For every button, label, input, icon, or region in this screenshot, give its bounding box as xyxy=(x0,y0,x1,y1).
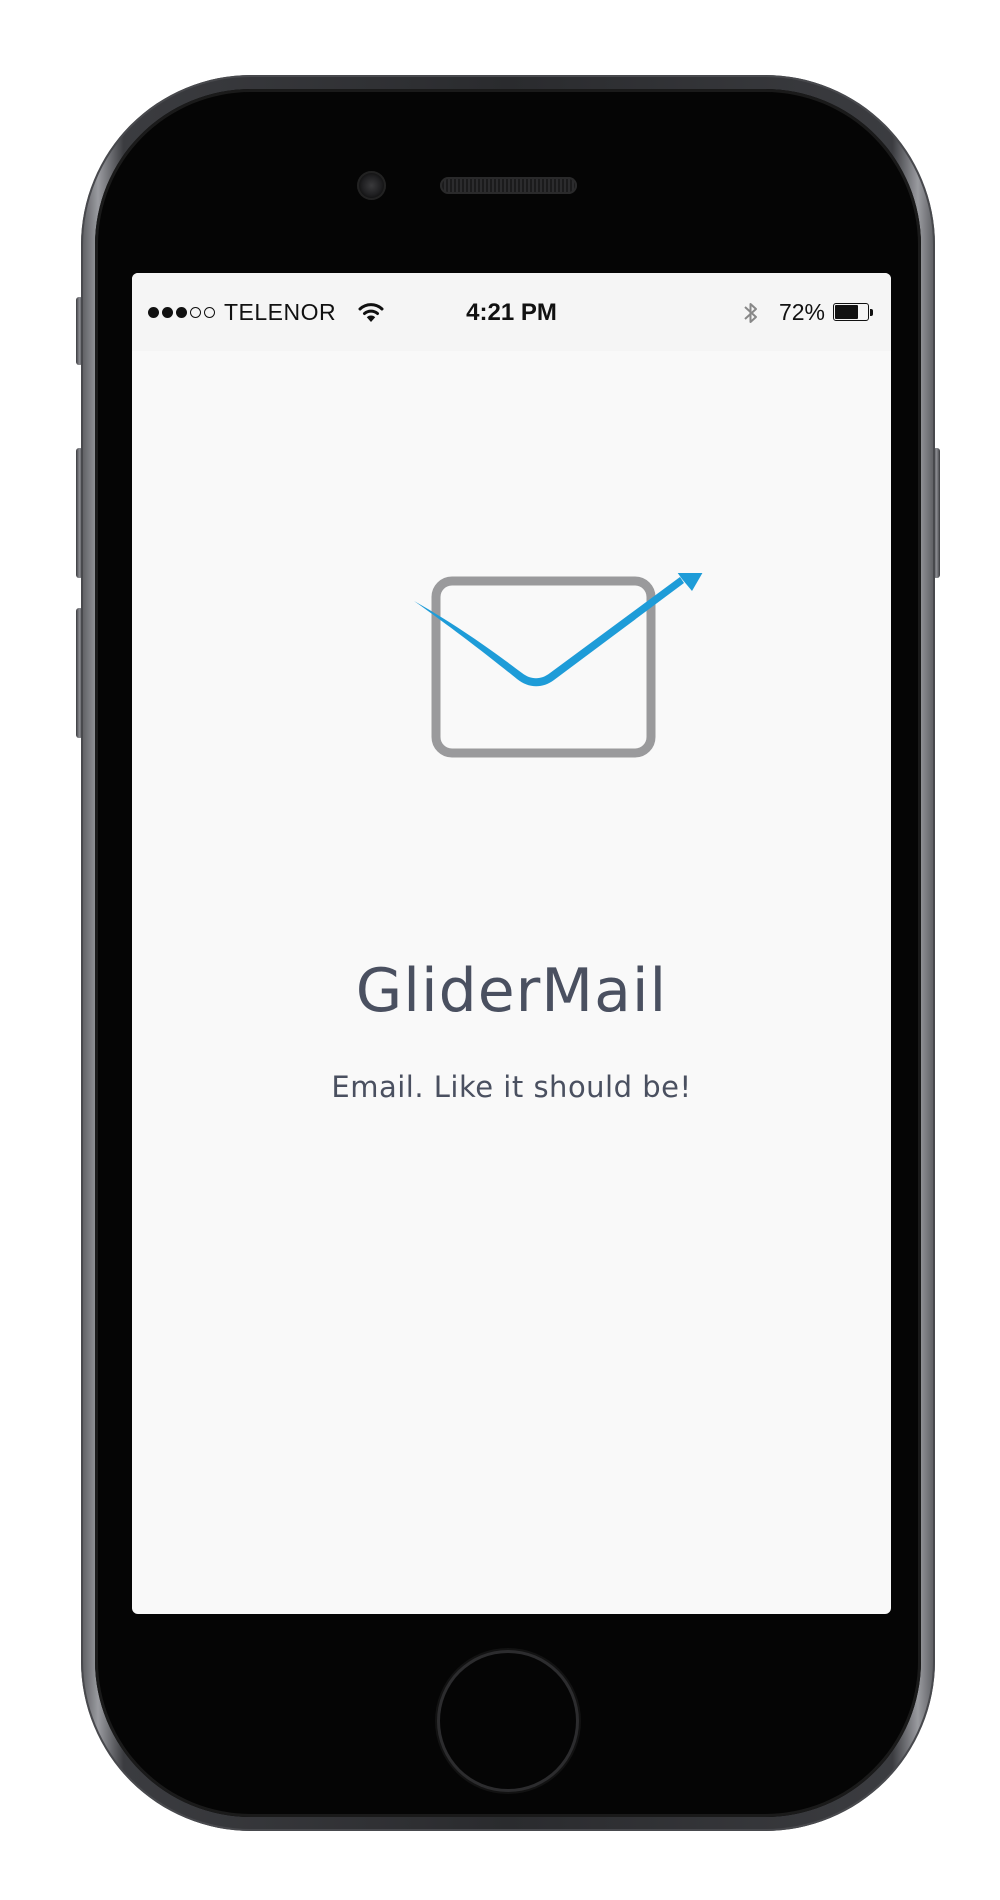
app-tagline: Email. Like it should be! xyxy=(331,1070,692,1104)
screen: TELENOR 4:21 PM 72% GliderMail Email. Li… xyxy=(132,273,891,1614)
bluetooth-icon xyxy=(743,300,759,326)
page: TELENOR 4:21 PM 72% GliderMail Email. Li… xyxy=(0,0,1000,1900)
home-button[interactable] xyxy=(440,1653,576,1789)
battery-level-fill xyxy=(835,304,858,319)
battery-tip xyxy=(870,308,873,316)
status-right: 72% xyxy=(743,299,875,326)
app-title: GliderMail xyxy=(355,956,668,1026)
earpiece-speaker xyxy=(440,177,577,194)
glider-swoosh xyxy=(414,577,684,687)
envelope-with-glider-arrow-icon xyxy=(414,553,714,758)
status-bar: TELENOR 4:21 PM 72% xyxy=(132,273,891,351)
battery-icon xyxy=(833,302,875,323)
front-camera xyxy=(357,171,386,200)
battery-percentage: 72% xyxy=(778,299,825,325)
app-logo xyxy=(332,553,732,833)
